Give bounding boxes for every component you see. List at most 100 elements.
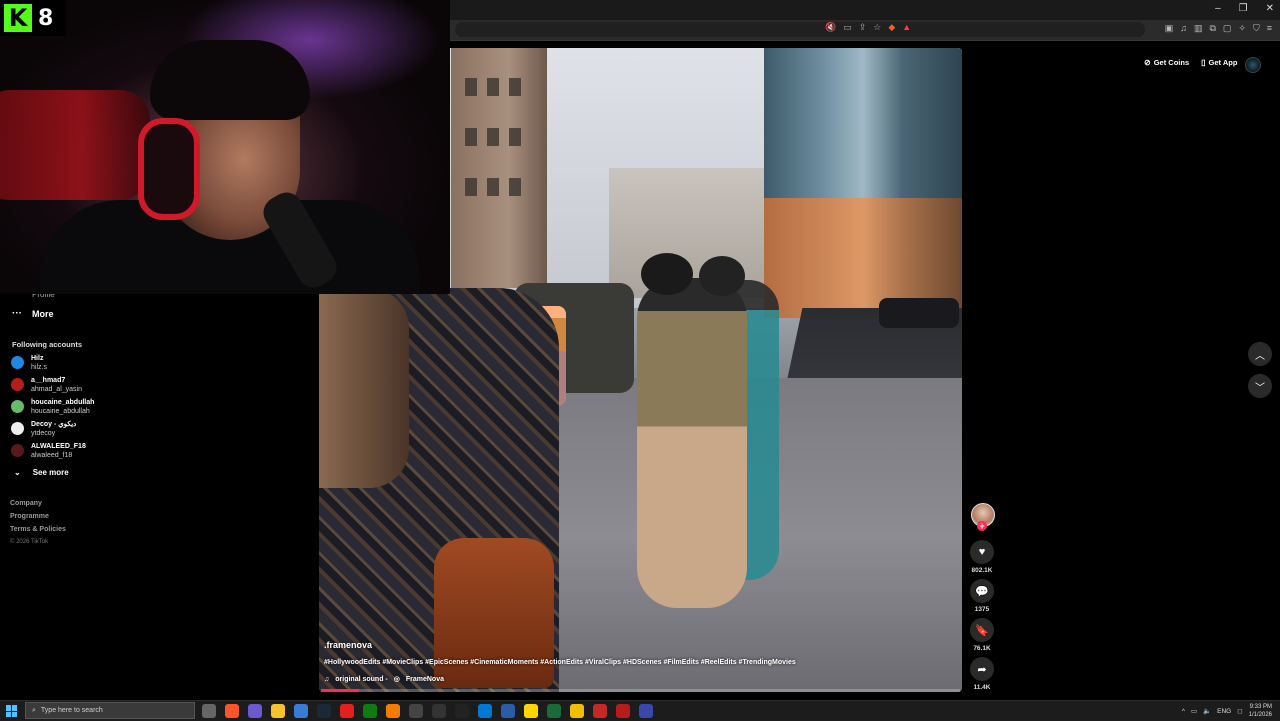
like-count: 802.1K: [971, 567, 993, 574]
following-account[interactable]: Hilz hilz.s: [11, 354, 47, 372]
windows-start-icon[interactable]: [6, 705, 18, 717]
following-account[interactable]: ALWALEED_F18 alwaleed_f18: [11, 442, 86, 460]
extension-icon[interactable]: ▣: [1165, 23, 1174, 34]
see-more-button[interactable]: ⌄ See more: [14, 468, 69, 477]
footer-link-terms[interactable]: Terms & Policies: [10, 526, 66, 533]
music-icon[interactable]: ♫: [1180, 23, 1187, 34]
mute-icon[interactable]: 🔇: [825, 22, 836, 33]
video-progress-bar[interactable]: [321, 689, 960, 692]
video-helmet: [641, 253, 693, 295]
video-building-left: [451, 48, 547, 288]
heart-icon: ♥: [978, 546, 986, 558]
share-button[interactable]: ➦: [970, 657, 994, 681]
like-button[interactable]: ♥: [970, 540, 994, 564]
share-icon[interactable]: ⇪: [859, 22, 867, 33]
logo-number: 8: [38, 5, 54, 31]
tabs-icon[interactable]: ⧉: [1209, 23, 1215, 34]
brave-shield-icon[interactable]: ◆: [888, 22, 895, 33]
search-icon: ⌕: [32, 706, 36, 714]
app-icon[interactable]: [524, 704, 538, 718]
chevron-up-icon[interactable]: ^: [1182, 708, 1185, 715]
video-author[interactable]: .framenova: [324, 640, 372, 650]
video-rider-front: [637, 278, 747, 608]
avatar: [11, 422, 24, 435]
video-helmet: [699, 256, 745, 296]
app-icon[interactable]: [639, 704, 653, 718]
avatar: [11, 356, 24, 369]
footer-link-company[interactable]: Company: [10, 500, 42, 507]
wallet-icon[interactable]: ▢: [1223, 23, 1232, 34]
video-sound[interactable]: ♫ original sound - ◎ FrameNova: [324, 675, 444, 684]
comment-button[interactable]: 💬: [970, 579, 994, 603]
app-icon[interactable]: [248, 704, 262, 718]
avatar: [11, 444, 24, 457]
steam-icon[interactable]: [317, 704, 331, 718]
app-icon[interactable]: [501, 704, 515, 718]
close-button[interactable]: ✕: [1266, 3, 1274, 14]
kick-k-icon: K: [4, 4, 32, 32]
follow-plus-icon[interactable]: +: [977, 521, 987, 531]
taskbar-clock[interactable]: 9:33 PM 1/1/2026: [1249, 703, 1272, 719]
following-account[interactable]: a__hmad7 ahmad_al_yasin: [11, 376, 82, 394]
video-hashtags[interactable]: #HollywoodEdits #MovieClips #EpicScenes …: [324, 659, 796, 666]
maximize-button[interactable]: ❐: [1239, 3, 1248, 14]
brave-app-icon[interactable]: [225, 704, 239, 718]
app-icon[interactable]: [340, 704, 354, 718]
speaker-icon[interactable]: 🔈: [1203, 707, 1211, 715]
profile-avatar[interactable]: [1245, 57, 1261, 73]
avatar: [11, 378, 24, 391]
following-account[interactable]: houcaine_abdullah houcaine_abdullah: [11, 398, 94, 416]
music-note-icon: ♫: [324, 675, 330, 683]
bookmark-icon[interactable]: ☆: [873, 22, 881, 33]
rewards-icon[interactable]: ▲: [902, 22, 911, 33]
app-icon[interactable]: [294, 704, 308, 718]
app-icon[interactable]: [570, 704, 584, 718]
video-car: [879, 298, 959, 328]
screen-icon[interactable]: ▭: [843, 22, 852, 33]
minimize-button[interactable]: –: [1215, 3, 1221, 14]
coin-icon: ⊘: [1144, 58, 1151, 67]
bookmark-icon: 🔖: [975, 624, 989, 637]
app-icon[interactable]: [409, 704, 423, 718]
previous-video-button[interactable]: ︿: [1248, 342, 1272, 366]
network-icon[interactable]: ▭: [1191, 707, 1197, 715]
shield-icon[interactable]: ⛉: [1253, 23, 1260, 34]
sidebar-icon[interactable]: ▥: [1194, 23, 1203, 34]
account-name: a__hmad7: [31, 377, 66, 384]
app-icon[interactable]: [386, 704, 400, 718]
app-icon[interactable]: [478, 704, 492, 718]
sparkle-icon[interactable]: ✧: [1238, 23, 1246, 34]
menu-icon[interactable]: ≡: [1267, 23, 1272, 34]
next-video-button[interactable]: ﹀: [1248, 374, 1272, 398]
file-explorer-icon[interactable]: [271, 704, 285, 718]
address-bar[interactable]: [455, 22, 1145, 37]
sound-author: FrameNova: [405, 675, 444, 683]
share-arrow-icon: ➦: [977, 663, 987, 676]
app-icon[interactable]: [432, 704, 446, 718]
app-icon[interactable]: [455, 704, 469, 718]
get-coins-button[interactable]: ⊘ Get Coins: [1144, 58, 1189, 67]
app-icon[interactable]: [547, 704, 561, 718]
taskbar-search-input[interactable]: ⌕ Type here to search: [25, 702, 195, 719]
task-view-icon[interactable]: [202, 704, 216, 718]
app-icon[interactable]: [616, 704, 630, 718]
xbox-icon[interactable]: [363, 704, 377, 718]
following-account[interactable]: Decoy - ديكوي ytdecoy: [11, 420, 76, 438]
video-building-right: [764, 48, 962, 318]
account-name: Hilz: [31, 355, 44, 362]
webcam-overlay: K 8: [0, 0, 450, 294]
video-foreground-hair: [319, 288, 409, 488]
sidebar-item-more[interactable]: ··· More: [12, 308, 54, 319]
sound-label: original sound -: [335, 675, 388, 683]
tray-app-icon[interactable]: ◻: [1237, 707, 1242, 715]
language-indicator[interactable]: ENG: [1217, 708, 1231, 715]
copyright: © 2026 TikTok: [10, 539, 49, 545]
save-button[interactable]: 🔖: [970, 618, 994, 642]
get-app-button[interactable]: ▯ Get App: [1201, 58, 1237, 67]
comment-icon: 💬: [975, 585, 989, 598]
app-icon[interactable]: [593, 704, 607, 718]
clock-time: 9:33 PM: [1249, 704, 1272, 710]
headset-icon: [138, 118, 200, 220]
footer-link-programme[interactable]: Programme: [10, 513, 49, 520]
video-progress-fill: [321, 689, 360, 692]
